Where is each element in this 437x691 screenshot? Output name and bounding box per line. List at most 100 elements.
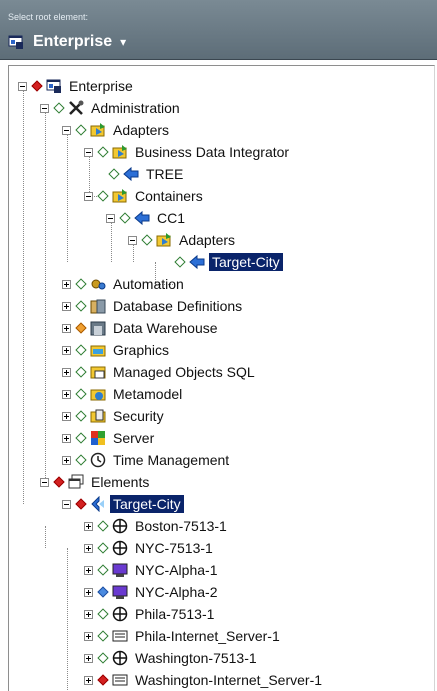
tree-node-automation[interactable]: Automation <box>62 273 187 295</box>
automation-icon <box>91 279 106 290</box>
tree-node-graphics[interactable]: Graphics <box>62 339 172 361</box>
expand-toggle[interactable] <box>62 367 71 377</box>
adapter-icon <box>90 123 105 137</box>
tree-node-label: Target-City <box>209 253 283 271</box>
enterprise-icon <box>8 35 23 49</box>
tree-node-data-warehouse[interactable]: Data Warehouse <box>62 317 221 339</box>
tree-node-label: Data Warehouse <box>113 320 218 336</box>
expand-toggle[interactable] <box>62 433 71 443</box>
expand-toggle[interactable] <box>84 675 93 685</box>
tree-connector <box>45 526 46 548</box>
tree-node-washington-7513-1[interactable]: Washington-7513-1 <box>84 647 260 669</box>
expand-toggle[interactable] <box>84 653 93 663</box>
blue-arrow-icon <box>134 210 150 226</box>
tree-node-metamodel[interactable]: Metamodel <box>62 383 185 405</box>
internet-server-icon <box>112 674 128 686</box>
database-icon <box>90 299 106 314</box>
tree-node-tree[interactable]: TREE <box>107 163 186 185</box>
tree-node-cc1[interactable]: CC1 <box>106 207 188 229</box>
tree-node-nyc-7513-1[interactable]: NYC-7513-1 <box>84 537 216 559</box>
collapse-toggle[interactable] <box>40 477 49 487</box>
expand-toggle[interactable] <box>84 631 93 641</box>
tree-node-label: Boston-7513-1 <box>135 518 227 534</box>
tree-node-label: Elements <box>91 474 150 490</box>
tree-node-target-city[interactable]: Target-City <box>62 493 184 515</box>
tree-node-phila-internet-server-1[interactable]: Phila-Internet_Server-1 <box>84 625 283 647</box>
tree-node-label: Business Data Integrator <box>135 144 290 160</box>
tree-node-managed-objects-sql[interactable]: Managed Objects SQL <box>62 361 258 383</box>
expand-toggle[interactable] <box>62 345 71 355</box>
expand-toggle[interactable] <box>84 543 93 553</box>
tree-node-label: Automation <box>113 276 184 292</box>
tree-node-cc1-adapters[interactable]: Adapters <box>128 229 238 251</box>
tree-node-nyc-alpha-2[interactable]: NYC-Alpha-2 <box>84 581 220 603</box>
collapse-toggle[interactable] <box>84 147 93 157</box>
tree-node-time-management[interactable]: Time Management <box>62 449 232 471</box>
status-diamond-icon <box>97 542 109 554</box>
collapse-toggle[interactable] <box>106 213 115 223</box>
element-tree[interactable]: Enterprise Administration Adapters Busin… <box>0 60 437 690</box>
collapse-toggle[interactable] <box>84 191 93 201</box>
tree-node-label: Phila-7513-1 <box>135 606 215 622</box>
expand-toggle[interactable] <box>62 323 71 333</box>
status-diamond-icon <box>75 322 87 334</box>
tree-node-label: Graphics <box>113 342 170 358</box>
root-selector-value: Enterprise <box>33 33 113 50</box>
status-diamond-icon <box>53 102 65 114</box>
sql-icon <box>90 366 106 379</box>
tree-node-elements[interactable]: Elements <box>40 471 152 493</box>
router-icon <box>112 650 128 666</box>
expand-toggle[interactable] <box>62 389 71 399</box>
tree-node-label: Containers <box>135 188 203 204</box>
collapse-toggle[interactable] <box>128 235 137 245</box>
adapter-icon <box>112 145 127 159</box>
expand-toggle[interactable] <box>62 455 71 465</box>
collapse-toggle[interactable] <box>62 125 71 135</box>
tree-node-label: Database Definitions <box>113 298 243 314</box>
expand-toggle[interactable] <box>62 411 71 421</box>
status-diamond-icon <box>108 168 120 180</box>
tree-node-database-definitions[interactable]: Database Definitions <box>62 295 245 317</box>
workstation-icon <box>112 585 128 599</box>
status-diamond-icon <box>97 652 109 664</box>
expand-toggle[interactable] <box>84 521 93 531</box>
tree-node-security[interactable]: Security <box>62 405 167 427</box>
tree-node-target-city-adapter[interactable]: Target-City <box>173 251 283 273</box>
expand-toggle[interactable] <box>84 609 93 619</box>
tree-panel: Enterprise Administration Adapters Busin… <box>0 60 437 691</box>
expand-toggle[interactable] <box>62 301 71 311</box>
tree-node-label: Time Management <box>113 452 230 468</box>
tree-node-containers[interactable]: Containers <box>84 185 206 207</box>
tree-node-label: TREE <box>146 166 184 182</box>
expand-toggle[interactable] <box>84 587 93 597</box>
security-icon <box>90 409 106 423</box>
tree-node-washington-internet-server-1[interactable]: Washington-Internet_Server-1 <box>84 669 325 691</box>
router-icon <box>112 540 128 556</box>
workstation-icon <box>112 563 128 577</box>
status-diamond-icon <box>75 344 87 356</box>
tree-connector <box>67 130 68 262</box>
tree-node-nyc-alpha-1[interactable]: NYC-Alpha-1 <box>84 559 220 581</box>
tree-node-phila-7513-1[interactable]: Phila-7513-1 <box>84 603 217 625</box>
status-diamond-icon <box>141 234 153 246</box>
tree-node-business-data-integrator[interactable]: Business Data Integrator <box>84 141 292 163</box>
expand-toggle[interactable] <box>62 279 71 289</box>
tree-node-label: Security <box>113 408 164 424</box>
expand-toggle[interactable] <box>84 565 93 575</box>
tree-node-administration[interactable]: Administration <box>40 97 183 119</box>
clock-icon <box>90 452 106 468</box>
status-diamond-icon <box>97 630 109 642</box>
status-diamond-icon <box>75 498 87 510</box>
tree-node-server[interactable]: Server <box>62 427 157 449</box>
metamodel-icon <box>90 389 106 401</box>
tree-node-label: Phila-Internet_Server-1 <box>135 628 280 644</box>
collapse-toggle[interactable] <box>18 81 27 91</box>
tree-node-adapters[interactable]: Adapters <box>62 119 172 141</box>
collapse-toggle[interactable] <box>40 103 49 113</box>
collapse-toggle[interactable] <box>62 499 71 509</box>
tree-node-enterprise[interactable]: Enterprise <box>18 75 136 97</box>
status-diamond-icon <box>97 674 109 686</box>
status-diamond-icon <box>174 256 186 268</box>
tree-node-boston-7513-1[interactable]: Boston-7513-1 <box>84 515 230 537</box>
root-selector-dropdown[interactable]: Enterprise ▾ <box>8 31 126 53</box>
